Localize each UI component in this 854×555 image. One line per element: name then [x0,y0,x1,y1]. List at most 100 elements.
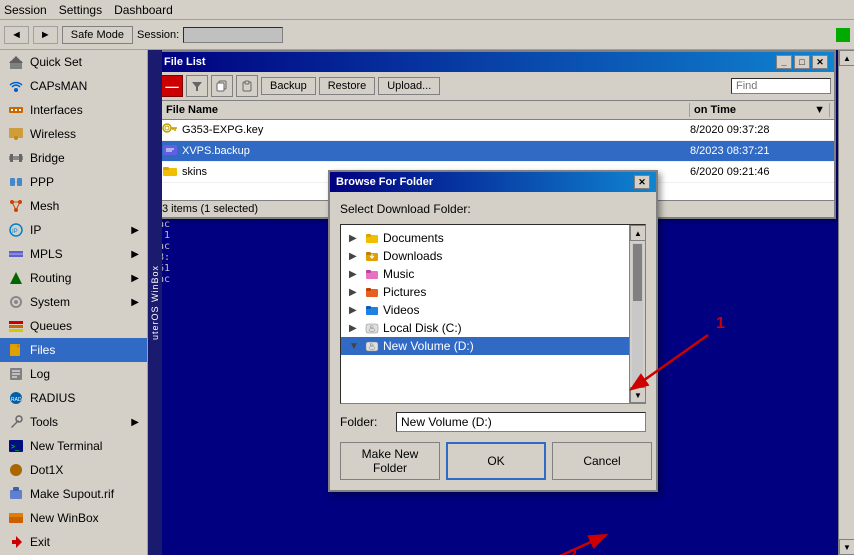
paste-button[interactable] [236,75,258,97]
session-input[interactable] [183,27,283,43]
filter-button[interactable] [186,75,208,97]
sidebar-item-queues[interactable]: Queues [0,314,147,338]
tree-item-local-disk-c[interactable]: ▶ C: Local Disk (C:) [341,319,629,337]
disk-c-icon: C: [365,322,379,334]
browse-title: Browse For Folder [336,176,433,188]
file-list-header: File Name on Time ▼ [158,101,834,120]
terminal-icon: >_ [8,438,24,454]
sidebar-item-quick-set[interactable]: Quick Set [0,50,147,74]
menu-session[interactable]: Session [4,3,47,17]
file-time: 6/2020 09:21:46 [690,166,830,178]
forward-button[interactable]: ► [33,26,58,44]
home-icon [8,54,24,70]
scroll-up-arrow[interactable]: ▲ [630,225,646,241]
tree-item-downloads[interactable]: ▶ Downloads [341,247,629,265]
sidebar-item-make-supout[interactable]: Make Supout.rif [0,482,147,506]
sidebar-label-exit: Exit [30,535,50,549]
folder-value-input[interactable] [396,412,646,432]
tree-label-music: Music [383,267,414,281]
sidebar-item-radius[interactable]: RAD RADIUS [0,386,147,410]
scroll-track [632,243,643,385]
copy-button[interactable] [211,75,233,97]
ip-icon: IP [8,222,24,238]
sidebar-item-system[interactable]: System ▶ [0,290,147,314]
browse-buttons: Make New Folder OK Cancel [340,442,646,480]
ok-button[interactable]: OK [446,442,546,480]
queues-icon [8,318,24,334]
session-label: Session: [137,29,179,41]
winbox-sidebar-label: uterOS WinBox [148,50,162,555]
tree-label-pictures: Pictures [383,285,426,299]
tree-item-videos[interactable]: ▶ Videos [341,301,629,319]
scroll-down-arrow[interactable]: ▼ [630,387,646,403]
safe-mode-button[interactable]: Safe Mode [62,26,133,44]
col-header-name[interactable]: File Name [162,103,690,117]
file-list-minimize-button[interactable]: _ [776,55,792,69]
sidebar-label-log: Log [30,367,50,381]
file-list-close-button[interactable]: ✕ [812,55,828,69]
tree-item-new-volume-d[interactable]: ▼ D: New Volume (D:) [341,337,629,355]
find-input[interactable] [731,78,831,94]
key-file-icon [162,122,178,138]
sidebar-item-mesh[interactable]: Mesh [0,194,147,218]
sidebar-item-capsman[interactable]: CAPsMAN [0,74,147,98]
upload-button[interactable]: Upload... [378,77,440,95]
file-list-toolbar: — Backup Restore Upload... [158,72,834,101]
sidebar-item-interfaces[interactable]: Interfaces [0,98,147,122]
svg-text:>_: >_ [11,444,19,451]
folder-music-icon [365,268,379,280]
sidebar-item-wireless[interactable]: Wireless [0,122,147,146]
folder-row: Folder: [340,412,646,432]
menu-settings[interactable]: Settings [59,3,102,17]
tree-item-music[interactable]: ▶ Music [341,265,629,283]
backup-button[interactable]: Backup [261,77,316,95]
menu-dashboard[interactable]: Dashboard [114,3,173,17]
scroll-thumb[interactable] [633,244,642,301]
sidebar-item-files[interactable]: Files [0,338,147,362]
winbox-icon [8,510,24,526]
sidebar-item-ppp[interactable]: PPP [0,170,147,194]
tree-expand-music: ▶ [349,269,361,280]
tree-expand-pictures: ▶ [349,287,361,298]
cancel-button[interactable]: Cancel [552,442,652,480]
tree-expand-documents: ▶ [349,233,361,244]
toolbar: ◄ ► Safe Mode Session: [0,20,854,50]
mpls-expand: ▶ [131,249,139,260]
sidebar-item-dot1x[interactable]: Dot1X [0,458,147,482]
sidebar-item-tools[interactable]: Tools ▶ [0,410,147,434]
supout-icon [8,486,24,502]
sidebar-label-new-winbox: New WinBox [30,511,99,525]
sidebar-item-new-terminal[interactable]: >_ New Terminal [0,434,147,458]
tree-item-pictures[interactable]: ▶ Pictures [341,283,629,301]
sidebar-item-exit[interactable]: Exit [0,530,147,554]
tools-expand: ▶ [131,417,139,428]
sidebar-item-mpls[interactable]: MPLS ▶ [0,242,147,266]
sidebar-item-ip[interactable]: IP IP ▶ [0,218,147,242]
file-row[interactable]: G353-EXPG.key 8/2020 09:37:28 [158,120,834,141]
back-button[interactable]: ◄ [4,26,29,44]
file-row[interactable]: XVPS.backup 8/2023 08:37:21 [158,141,834,162]
content-scroll-down[interactable]: ▼ [839,539,854,555]
tree-label-downloads: Downloads [383,249,442,263]
files-icon [8,342,24,358]
backup-file-icon [162,143,178,159]
content-scroll-up[interactable]: ▲ [839,50,854,66]
file-time: 8/2020 09:37:28 [690,124,830,136]
sidebar-label-mpls: MPLS [30,247,63,261]
sidebar-label-mesh: Mesh [30,199,59,213]
browse-tree: ▶ Documents ▶ Downloads ▶ [340,224,646,404]
browse-close-button[interactable]: ✕ [634,175,650,189]
delete-button[interactable]: — [161,75,183,97]
sidebar-item-log[interactable]: Log [0,362,147,386]
file-list-maximize-button[interactable]: □ [794,55,810,69]
folder-videos-icon [365,304,379,316]
make-new-folder-button[interactable]: Make New Folder [340,442,440,480]
sidebar-item-routing[interactable]: Routing ▶ [0,266,147,290]
sidebar-item-bridge[interactable]: Bridge [0,146,147,170]
sidebar-item-new-winbox[interactable]: New WinBox [0,506,147,530]
restore-button[interactable]: Restore [319,77,376,95]
col-header-time[interactable]: on Time ▼ [690,103,830,117]
file-time: 8/2023 08:37:21 [690,145,830,157]
sidebar-label-quick-set: Quick Set [30,55,82,69]
tree-item-documents[interactable]: ▶ Documents [341,229,629,247]
